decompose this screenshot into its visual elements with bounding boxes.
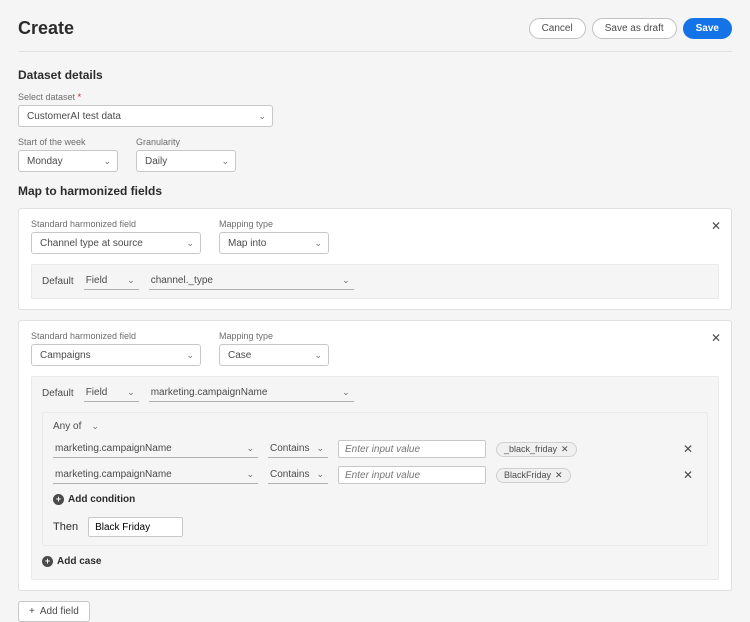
- plus-circle-icon: +: [53, 494, 64, 505]
- rule-operator-select[interactable]: Contains⌄: [268, 441, 328, 458]
- std-field-select[interactable]: Campaigns ⌄: [31, 344, 201, 366]
- tag-remove-icon[interactable]: ✕: [555, 470, 563, 481]
- value-tag: _black_friday ✕: [496, 442, 577, 457]
- chevron-down-icon: ⌄: [258, 111, 266, 122]
- mapping-type-select[interactable]: Case ⌄: [219, 344, 329, 366]
- close-icon[interactable]: ✕: [711, 219, 721, 233]
- chevron-down-icon: ⌄: [246, 469, 254, 480]
- chevron-down-icon: ⌄: [186, 350, 194, 361]
- default-field-select[interactable]: marketing.campaignName⌄: [149, 385, 354, 402]
- default-label: Default: [42, 388, 74, 399]
- chevron-down-icon: ⌄: [186, 238, 194, 249]
- select-dataset-label: Select dataset *: [18, 92, 732, 102]
- plus-circle-icon: +: [42, 556, 53, 567]
- chevron-down-icon: ⌄: [316, 469, 324, 480]
- rule-operator-select[interactable]: Contains⌄: [268, 467, 328, 484]
- cancel-button[interactable]: Cancel: [529, 18, 586, 39]
- page-title: Create: [18, 18, 74, 39]
- then-label: Then: [53, 521, 78, 533]
- granularity-select[interactable]: Daily ⌄: [136, 150, 236, 172]
- then-value-input[interactable]: [88, 517, 183, 537]
- rule-value-input[interactable]: [338, 466, 486, 484]
- chevron-down-icon: ⌄: [127, 387, 135, 398]
- close-icon[interactable]: ✕: [711, 331, 721, 345]
- any-of-toggle[interactable]: Any of ⌄: [53, 421, 697, 432]
- std-field-select[interactable]: Channel type at source ⌄: [31, 232, 201, 254]
- start-of-week-select[interactable]: Monday ⌄: [18, 150, 118, 172]
- dataset-details-heading: Dataset details: [18, 68, 732, 82]
- mapping-card: ✕ Standard harmonized field Channel type…: [18, 208, 732, 310]
- value-tag: BlackFriday ✕: [496, 468, 571, 483]
- default-label: Default: [42, 276, 74, 287]
- required-asterisk: *: [78, 92, 82, 102]
- save-button[interactable]: Save: [683, 18, 732, 39]
- mapping-type-label: Mapping type: [219, 219, 329, 229]
- default-kind-select[interactable]: Field⌄: [84, 385, 139, 402]
- mapping-card: ✕ Standard harmonized field Campaigns ⌄ …: [18, 320, 732, 591]
- std-field-label: Standard harmonized field: [31, 219, 201, 229]
- map-harmonized-heading: Map to harmonized fields: [18, 184, 732, 198]
- default-field-select[interactable]: channel._type⌄: [149, 273, 354, 290]
- chevron-down-icon: ⌄: [342, 387, 350, 398]
- chevron-down-icon: ⌄: [246, 443, 254, 454]
- chevron-down-icon: ⌄: [314, 238, 322, 249]
- add-field-button[interactable]: + Add field: [18, 601, 90, 622]
- default-kind-select[interactable]: Field⌄: [84, 273, 139, 290]
- mapping-type-select[interactable]: Map into ⌄: [219, 232, 329, 254]
- add-condition-button[interactable]: + Add condition: [53, 494, 135, 505]
- chevron-down-icon: ⌄: [342, 275, 350, 286]
- rule-row: marketing.campaignName⌄ Contains⌄ BlackF…: [53, 466, 697, 484]
- plus-icon: +: [29, 606, 35, 617]
- remove-rule-icon[interactable]: ✕: [683, 442, 697, 456]
- rule-row: marketing.campaignName⌄ Contains⌄ _black…: [53, 440, 697, 458]
- chevron-down-icon: ⌄: [103, 156, 111, 167]
- start-of-week-label: Start of the week: [18, 137, 118, 147]
- rule-value-input[interactable]: [338, 440, 486, 458]
- header-actions: Cancel Save as draft Save: [529, 18, 732, 39]
- chevron-down-icon: ⌄: [91, 421, 99, 432]
- save-draft-button[interactable]: Save as draft: [592, 18, 677, 39]
- tag-remove-icon[interactable]: ✕: [561, 444, 569, 455]
- chevron-down-icon: ⌄: [221, 156, 229, 167]
- std-field-label: Standard harmonized field: [31, 331, 201, 341]
- remove-rule-icon[interactable]: ✕: [683, 468, 697, 482]
- rule-field-select[interactable]: marketing.campaignName⌄: [53, 441, 258, 458]
- granularity-label: Granularity: [136, 137, 236, 147]
- mapping-type-label: Mapping type: [219, 331, 329, 341]
- rule-field-select[interactable]: marketing.campaignName⌄: [53, 467, 258, 484]
- chevron-down-icon: ⌄: [316, 443, 324, 454]
- add-case-button[interactable]: + Add case: [42, 556, 101, 567]
- chevron-down-icon: ⌄: [127, 275, 135, 286]
- chevron-down-icon: ⌄: [314, 350, 322, 361]
- select-dataset[interactable]: CustomerAI test data ⌄: [18, 105, 273, 127]
